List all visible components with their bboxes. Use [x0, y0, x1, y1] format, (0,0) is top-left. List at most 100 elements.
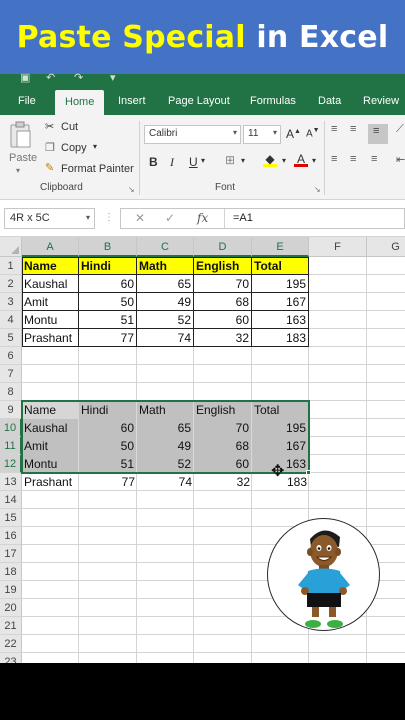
copy-button[interactable]: Copy [61, 142, 87, 154]
cell-a11[interactable]: Amit [22, 437, 79, 455]
cell-a5[interactable]: Prashant [22, 329, 79, 347]
cell-c1[interactable]: Math [137, 257, 194, 275]
font-color-dropdown-icon[interactable]: ▾ [312, 156, 316, 165]
italic-button[interactable]: I [170, 155, 174, 170]
column-header-c[interactable]: C [137, 237, 194, 257]
row-header-9[interactable]: 9 [0, 401, 22, 419]
cell-d10[interactable]: 70 [194, 419, 252, 437]
cell-c12[interactable]: 52 [137, 455, 194, 473]
clipboard-launcher-icon[interactable]: ↘ [128, 185, 135, 194]
row-header-11[interactable]: 11 [0, 437, 22, 455]
underline-button[interactable]: U [189, 155, 198, 169]
format-painter-button[interactable]: Format Painter [61, 163, 134, 175]
cell-a13[interactable]: Prashant [22, 473, 79, 491]
tab-page-layout[interactable]: Page Layout [168, 88, 230, 115]
cell-e10[interactable]: 195 [252, 419, 309, 437]
cell-a3[interactable]: Amit [22, 293, 79, 311]
borders-dropdown-icon[interactable]: ▾ [241, 156, 245, 165]
cell-c13[interactable]: 74 [137, 473, 194, 491]
cell-a12[interactable]: Montu [22, 455, 79, 473]
row-header-2[interactable]: 2 [0, 275, 22, 293]
cell-d1[interactable]: English [194, 257, 252, 275]
cell-e9[interactable]: Total [252, 401, 309, 419]
copy-dropdown-icon[interactable]: ▾ [93, 142, 97, 151]
cell-d11[interactable]: 68 [194, 437, 252, 455]
column-header-d[interactable]: D [194, 237, 252, 257]
cell-b2[interactable]: 60 [79, 275, 137, 293]
cell-b3[interactable]: 50 [79, 293, 137, 311]
align-top-icon[interactable]: ≡ [331, 123, 337, 135]
cancel-icon[interactable]: ✕ [135, 211, 145, 225]
cell-c2[interactable]: 65 [137, 275, 194, 293]
fill-color-dropdown-icon[interactable]: ▾ [282, 156, 286, 165]
decrease-font-icon[interactable]: A▼ [306, 127, 320, 139]
tab-home[interactable]: Home [55, 90, 105, 115]
paste-button-label[interactable]: Paste [9, 152, 37, 164]
row-header-19[interactable]: 19 [0, 581, 22, 599]
align-center-icon[interactable]: ≡ [350, 153, 356, 165]
column-header-b[interactable]: B [79, 237, 137, 257]
cell-c5[interactable]: 74 [137, 329, 194, 347]
column-header-e[interactable]: E [252, 237, 309, 257]
name-box[interactable]: 4R x 5C ▾ [4, 208, 95, 229]
fill-handle[interactable] [306, 470, 311, 475]
cell-a10[interactable]: Kaushal [22, 419, 79, 437]
cell-a2[interactable]: Kaushal [22, 275, 79, 293]
cell-d5[interactable]: 32 [194, 329, 252, 347]
column-header-f[interactable]: F [309, 237, 367, 257]
cell-b5[interactable]: 77 [79, 329, 137, 347]
cell-a9[interactable]: Name [22, 401, 79, 419]
align-bottom-button[interactable]: ≡ [368, 124, 388, 144]
align-middle-icon[interactable]: ≡ [350, 123, 356, 135]
increase-font-icon[interactable]: A▲ [286, 127, 301, 141]
row-header-3[interactable]: 3 [0, 293, 22, 311]
cell-b12[interactable]: 51 [79, 455, 137, 473]
row-header-14[interactable]: 14 [0, 491, 22, 509]
format-painter-icon[interactable]: ✎ [45, 161, 54, 174]
row-header-6[interactable]: 6 [0, 347, 22, 365]
align-right-icon[interactable]: ≡ [371, 153, 377, 165]
redo-icon[interactable]: ↷ [74, 71, 83, 84]
cell-b10[interactable]: 60 [79, 419, 137, 437]
row-header-4[interactable]: 4 [0, 311, 22, 329]
cell-e11[interactable]: 167 [252, 437, 309, 455]
cell-d12[interactable]: 60 [194, 455, 252, 473]
cell-d13[interactable]: 32 [194, 473, 252, 491]
font-size-select[interactable]: 11 ▾ [243, 125, 281, 144]
cut-button[interactable]: Cut [61, 121, 78, 133]
row-header-15[interactable]: 15 [0, 509, 22, 527]
cell-b1[interactable]: Hindi [79, 257, 137, 275]
cell-e5[interactable]: 183 [252, 329, 309, 347]
row-header-23[interactable]: 23 [0, 653, 22, 663]
column-header-g[interactable]: G [367, 237, 405, 257]
tab-formulas[interactable]: Formulas [250, 88, 296, 115]
customize-qat-icon[interactable]: ▾ [110, 71, 116, 84]
cell-d2[interactable]: 70 [194, 275, 252, 293]
row-header-10[interactable]: 10 [0, 419, 22, 437]
cell-b4[interactable]: 51 [79, 311, 137, 329]
tab-file[interactable]: File [18, 88, 36, 115]
tab-review[interactable]: Review [363, 88, 399, 115]
row-header-1[interactable]: 1 [0, 257, 22, 275]
formula-input[interactable]: =A1 [233, 212, 253, 224]
underline-dropdown-icon[interactable]: ▾ [201, 156, 205, 165]
cell-d9[interactable]: English [194, 401, 252, 419]
tab-data[interactable]: Data [318, 88, 341, 115]
cell-a1[interactable]: Name [22, 257, 79, 275]
column-header-a[interactable]: A [22, 237, 79, 257]
cell-b9[interactable]: Hindi [79, 401, 137, 419]
fill-color-icon[interactable]: ◆ [263, 152, 277, 167]
row-header-13[interactable]: 13 [0, 473, 22, 491]
row-header-21[interactable]: 21 [0, 617, 22, 635]
tab-insert[interactable]: Insert [118, 88, 146, 115]
row-header-16[interactable]: 16 [0, 527, 22, 545]
row-header-18[interactable]: 18 [0, 563, 22, 581]
enter-icon[interactable]: ✓ [165, 211, 175, 225]
cell-e4[interactable]: 163 [252, 311, 309, 329]
cell-a4[interactable]: Montu [22, 311, 79, 329]
font-launcher-icon[interactable]: ↘ [314, 185, 321, 194]
cell-d3[interactable]: 68 [194, 293, 252, 311]
cell-b11[interactable]: 50 [79, 437, 137, 455]
cell-c9[interactable]: Math [137, 401, 194, 419]
cell-b13[interactable]: 77 [79, 473, 137, 491]
